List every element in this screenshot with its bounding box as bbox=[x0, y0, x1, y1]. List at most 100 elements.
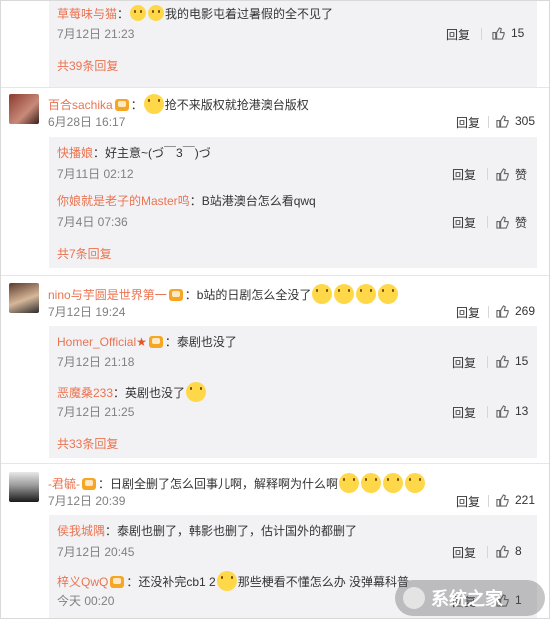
reply-content: 快播娘：好主意~(づ￣3￣)づ bbox=[57, 145, 211, 161]
member-badge-icon bbox=[168, 289, 183, 301]
like-count: 221 bbox=[515, 493, 536, 507]
user-avatar[interactable] bbox=[9, 472, 39, 502]
doge-emoji-icon bbox=[143, 94, 164, 114]
reply-username[interactable]: Homer_Official bbox=[57, 335, 136, 349]
like-count: 赞 bbox=[515, 168, 528, 182]
reply-text: 我的电影屯着过暑假的全不见了 bbox=[165, 7, 334, 21]
crying-emoji-icon bbox=[356, 284, 377, 304]
thumbs-up-icon bbox=[496, 168, 509, 181]
reply-date: 7月4日 07:36 bbox=[57, 215, 128, 229]
thumbs-up-icon bbox=[496, 304, 509, 318]
reply-username[interactable]: 梓义QwQ bbox=[57, 575, 108, 589]
reply-username[interactable]: 恶魔桑233 bbox=[57, 386, 113, 400]
watermark-text: 系统之家 bbox=[431, 589, 503, 609]
reply-button[interactable]: 回复 bbox=[452, 354, 476, 371]
reply-content: 侯我城隅：泰剧也删了，韩影也删了，估计国外的都删了 bbox=[57, 523, 357, 539]
reply-username[interactable]: 草莓味与猫 bbox=[57, 7, 117, 21]
divider bbox=[481, 28, 482, 40]
more-replies-link[interactable]: 共7条回复 bbox=[57, 245, 112, 262]
reply-text: ：英剧也没了 bbox=[113, 386, 186, 400]
comment-text: ：日剧全删了怎么回事儿啊，解释啊为什么啊 bbox=[98, 477, 339, 491]
thumbs-up-icon bbox=[496, 216, 509, 229]
comment-content: nino与芋圆是世界第一 ：b站的日剧怎么全没了 bbox=[48, 284, 399, 304]
like-button[interactable]: 15 bbox=[496, 354, 528, 368]
reply-button[interactable]: 回复 bbox=[456, 304, 480, 321]
reply-date: 7月12日 21:18 bbox=[57, 355, 135, 369]
reply-text: ：好主意~(づ￣3￣)づ bbox=[93, 146, 211, 160]
like-count: 15 bbox=[515, 354, 529, 368]
comment-username[interactable]: nino与芋圆是世界第一 bbox=[48, 288, 167, 302]
comment-content: -君毓- ：日剧全删了怎么回事儿啊，解释啊为什么啊 bbox=[48, 473, 426, 493]
reply-text: ：泰剧也没了 bbox=[164, 335, 237, 349]
thumbs-up-icon bbox=[496, 114, 509, 128]
reply-content: 草莓味与猫： 我的电影屯着过暑假的全不见了 bbox=[57, 5, 334, 21]
thumbs-up-icon bbox=[496, 493, 509, 507]
user-avatar[interactable] bbox=[9, 94, 39, 124]
divider bbox=[1, 463, 549, 464]
crying-emoji-icon bbox=[378, 284, 399, 304]
crying-emoji-icon bbox=[339, 473, 360, 493]
divider bbox=[488, 116, 489, 128]
crying-emoji-icon bbox=[312, 284, 333, 304]
divider bbox=[487, 356, 488, 368]
reply-button[interactable]: 回复 bbox=[452, 214, 476, 231]
comment-username[interactable]: 百合sachika bbox=[48, 98, 113, 112]
reply-thread: Homer_Official★ ：泰剧也没了 7月12日 21:18 回复 15 … bbox=[49, 326, 537, 458]
reply-content: 恶魔桑233：英剧也没了 bbox=[57, 382, 207, 402]
divider bbox=[487, 168, 488, 180]
reply-button[interactable]: 回复 bbox=[456, 114, 480, 131]
like-button[interactable]: 赞 bbox=[496, 166, 527, 183]
reply-button[interactable]: 回复 bbox=[456, 493, 480, 510]
reply-text: ：泰剧也删了，韩影也删了，估计国外的都删了 bbox=[105, 524, 358, 538]
divider bbox=[488, 495, 489, 507]
crying-emoji-icon bbox=[361, 473, 382, 493]
crying-emoji-icon bbox=[216, 571, 237, 591]
like-button[interactable]: 8 bbox=[496, 544, 522, 558]
reply-text-continued: 那些梗看不懂怎么办 没弹幕科普 bbox=[237, 575, 410, 589]
comment-username[interactable]: -君毓- bbox=[48, 477, 80, 491]
reply-button[interactable]: 回复 bbox=[452, 544, 476, 561]
reply-date: 7月12日 21:23 bbox=[57, 27, 135, 41]
like-button[interactable]: 赞 bbox=[496, 214, 527, 231]
like-count: 305 bbox=[515, 114, 536, 128]
like-button[interactable]: 15 bbox=[492, 26, 524, 40]
comment-content: 百合sachika：抢不来版权就抢港澳台版权 bbox=[48, 94, 309, 114]
comment-date: 7月12日 20:39 bbox=[48, 494, 126, 508]
reply-button[interactable]: 回复 bbox=[452, 166, 476, 183]
crying-emoji-icon bbox=[405, 473, 426, 493]
more-replies-link[interactable]: 共33条回复 bbox=[57, 435, 118, 452]
like-count: 13 bbox=[515, 404, 529, 418]
reply-thread: 快播娘：好主意~(づ￣3￣)づ 7月11日 02:12 回复 赞 你娘就是老子的… bbox=[49, 137, 537, 268]
like-button[interactable]: 269 bbox=[496, 304, 535, 318]
reply-date: 7月12日 20:45 bbox=[57, 545, 135, 559]
reply-thread: 草莓味与猫： 我的电影屯着过暑假的全不见了 7月12日 21:23 回复 15 bbox=[49, 1, 537, 47]
like-count: 269 bbox=[515, 304, 536, 318]
reply-username[interactable]: 你娘就是老子的Master呜 bbox=[57, 194, 190, 208]
comment-text: ：b站的日剧怎么全没了 bbox=[184, 288, 312, 302]
smile-emoji-icon bbox=[148, 5, 165, 21]
member-badge-icon bbox=[148, 336, 163, 348]
comment-feed: 草莓味与猫： 我的电影屯着过暑假的全不见了 7月12日 21:23 回复 15 共… bbox=[0, 0, 550, 619]
member-badge-icon bbox=[114, 99, 129, 111]
reply-button[interactable]: 回复 bbox=[452, 404, 476, 421]
reply-button[interactable]: 回复 bbox=[446, 26, 470, 43]
reply-username[interactable]: 快播娘 bbox=[57, 146, 93, 160]
like-count: 15 bbox=[511, 26, 525, 40]
like-button[interactable]: 305 bbox=[496, 114, 535, 128]
thumbs-up-icon bbox=[492, 26, 505, 40]
like-count: 8 bbox=[515, 544, 522, 558]
like-button[interactable]: 221 bbox=[496, 493, 535, 507]
user-avatar[interactable] bbox=[9, 283, 39, 313]
reply-content: 梓义QwQ ：还没补完cb1 2 那些梗看不懂怎么办 没弹幕科普 bbox=[57, 571, 409, 591]
member-badge-icon bbox=[82, 478, 96, 490]
divider bbox=[487, 546, 488, 558]
reply-content: 你娘就是老子的Master呜：B站港澳台怎么看qwq bbox=[57, 193, 316, 209]
smile-emoji-icon bbox=[130, 5, 147, 21]
reply-date: 7月11日 02:12 bbox=[57, 167, 134, 181]
reply-username[interactable]: 侯我城隅 bbox=[57, 524, 105, 538]
more-replies-link[interactable]: 共39条回复 bbox=[57, 57, 118, 74]
thumbs-up-icon bbox=[496, 404, 509, 418]
like-button[interactable]: 13 bbox=[496, 404, 528, 418]
star-icon: ★ bbox=[136, 335, 147, 349]
site-watermark: 系统之家 bbox=[395, 580, 545, 616]
